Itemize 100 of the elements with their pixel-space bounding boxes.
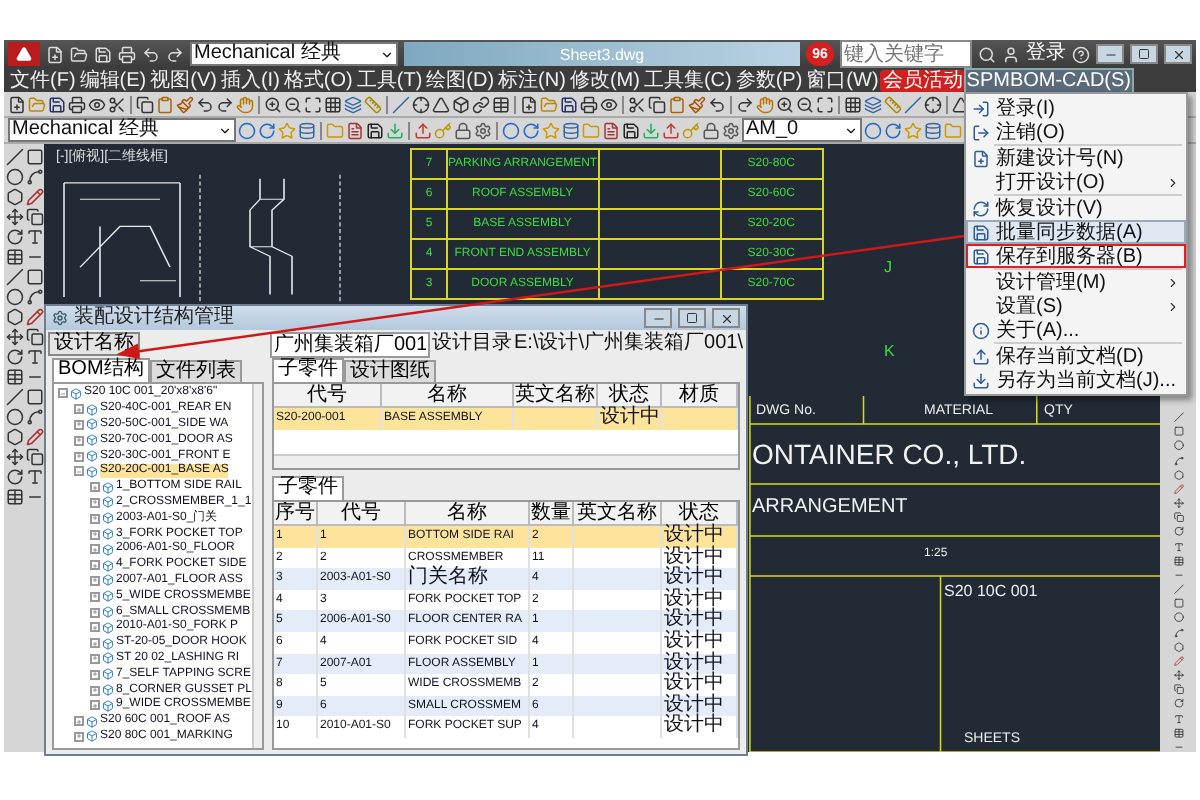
table-icon[interactable] xyxy=(1169,727,1187,738)
rotate-icon[interactable] xyxy=(522,121,540,139)
circle-icon[interactable] xyxy=(238,121,256,139)
menu-item[interactable]: 窗口(W) xyxy=(804,67,881,93)
expand-toggle[interactable] xyxy=(90,653,100,664)
menu-item[interactable]: 文件(F) xyxy=(8,67,78,93)
circle-icon[interactable] xyxy=(1169,612,1187,624)
pencil-icon[interactable] xyxy=(1169,655,1187,667)
column-header[interactable]: 状态 xyxy=(598,384,662,408)
rectangle-icon[interactable] xyxy=(26,388,44,406)
menu-item[interactable]: 打开设计(O) xyxy=(966,170,1186,194)
maximize-button[interactable] xyxy=(1130,44,1158,64)
new-file-icon[interactable] xyxy=(520,95,538,113)
expand-toggle[interactable] xyxy=(90,513,100,524)
menu-item[interactable]: 插入(I) xyxy=(218,67,282,93)
zoom-in-icon[interactable] xyxy=(264,95,282,113)
star-icon[interactable] xyxy=(542,121,560,139)
rotate-icon[interactable] xyxy=(1169,698,1187,710)
menu-item[interactable]: 新建设计号(N) xyxy=(966,146,1186,170)
pencil-icon[interactable] xyxy=(26,428,44,446)
table-cell[interactable]: 设计中 xyxy=(662,716,738,738)
text-icon[interactable] xyxy=(26,468,44,486)
menu-item[interactable]: 设计管理(M) xyxy=(966,270,1186,294)
triangle-icon[interactable] xyxy=(432,95,450,113)
circle-icon[interactable] xyxy=(6,288,24,306)
menu-item[interactable]: 登录(I) xyxy=(966,96,1186,120)
upload-icon[interactable] xyxy=(662,121,680,139)
copy-icon[interactable] xyxy=(1169,512,1187,523)
expand-toggle[interactable] xyxy=(74,716,84,727)
grid-icon[interactable] xyxy=(844,95,862,113)
expand-toggle[interactable] xyxy=(90,544,100,555)
menu-item[interactable]: 参数(P) xyxy=(733,67,805,93)
printer-icon[interactable] xyxy=(580,95,598,113)
line-icon[interactable] xyxy=(1169,584,1187,595)
new-file-icon[interactable] xyxy=(8,95,26,113)
layer-dropdown[interactable]: AM_0 xyxy=(742,118,862,142)
circle-icon[interactable] xyxy=(6,408,24,426)
grid-icon[interactable] xyxy=(324,95,342,113)
table-cell[interactable] xyxy=(662,408,738,430)
table-cell[interactable] xyxy=(514,408,598,430)
column-header[interactable]: 状态 xyxy=(662,502,738,526)
copy-icon[interactable] xyxy=(1169,684,1187,695)
move-icon[interactable] xyxy=(1169,498,1187,509)
menu-item[interactable]: 保存到服务器(B) xyxy=(966,244,1186,268)
link-icon[interactable] xyxy=(472,95,490,113)
table-icon[interactable] xyxy=(6,248,24,266)
menu-item[interactable]: 绘图(D) xyxy=(424,67,497,93)
move-icon[interactable] xyxy=(6,448,24,466)
tab[interactable]: 子零件 xyxy=(272,476,344,500)
circle-icon[interactable] xyxy=(502,121,520,139)
undo-icon[interactable] xyxy=(142,45,160,63)
expand-toggle[interactable] xyxy=(90,497,100,508)
menu-item[interactable]: 编辑(E) xyxy=(77,67,149,93)
menu-item[interactable]: 注销(O) xyxy=(966,120,1186,144)
clipboard-icon[interactable] xyxy=(668,95,686,113)
menu-item[interactable]: 视图(V) xyxy=(148,67,219,93)
tab[interactable]: 设计图纸 xyxy=(344,360,436,382)
scissors-icon[interactable] xyxy=(628,95,646,113)
style-dropdown[interactable]: Mechanical 经典 xyxy=(8,118,236,142)
rectangle-icon[interactable] xyxy=(1169,426,1187,437)
copy-icon[interactable] xyxy=(26,328,44,346)
undo-icon[interactable] xyxy=(708,95,726,113)
maximize-icon[interactable] xyxy=(304,95,322,113)
star-icon[interactable] xyxy=(904,121,922,139)
eye-icon[interactable] xyxy=(88,95,106,113)
printer-icon[interactable] xyxy=(118,45,136,63)
rectangle-icon[interactable] xyxy=(1169,598,1187,609)
spline-icon[interactable] xyxy=(26,288,44,306)
settings-icon[interactable] xyxy=(722,121,740,139)
settings-icon[interactable] xyxy=(474,121,492,139)
menu-item[interactable]: 保存当前文档(D) xyxy=(966,344,1186,368)
tab[interactable]: BOM结构 xyxy=(52,358,150,382)
rotate-icon[interactable] xyxy=(6,468,24,486)
minus-icon[interactable] xyxy=(1169,741,1187,752)
scissors-icon[interactable] xyxy=(108,95,126,113)
close-button[interactable] xyxy=(1164,44,1192,64)
expand-toggle[interactable] xyxy=(90,638,100,649)
menu-item[interactable]: 格式(O) xyxy=(281,67,355,93)
menu-item[interactable]: 修改(M) xyxy=(567,67,642,93)
promo-ribbon[interactable]: 会员活动 xyxy=(880,69,965,91)
redo-icon[interactable] xyxy=(166,45,184,63)
pencil-icon[interactable] xyxy=(26,188,44,206)
design-name-button[interactable]: 设计名称 xyxy=(48,332,140,356)
clipboard-icon[interactable] xyxy=(156,95,174,113)
undo-icon[interactable] xyxy=(196,95,214,113)
save-icon[interactable] xyxy=(560,95,578,113)
layers-icon[interactable] xyxy=(344,95,362,113)
move-icon[interactable] xyxy=(6,328,24,346)
tab[interactable]: 文件列表 xyxy=(149,360,242,382)
copy-icon[interactable] xyxy=(136,95,154,113)
table-icon[interactable] xyxy=(6,368,24,386)
spline-icon[interactable] xyxy=(1169,455,1187,466)
spline-icon[interactable] xyxy=(26,168,44,186)
column-header[interactable]: 名称 xyxy=(382,384,514,408)
menu-item[interactable]: 工具(T) xyxy=(354,67,425,93)
star-icon[interactable] xyxy=(278,121,296,139)
menu-item[interactable]: 恢复设计(V) xyxy=(966,196,1186,220)
minus-icon[interactable] xyxy=(1169,569,1187,581)
scrollbar[interactable] xyxy=(251,384,262,748)
rotate-icon[interactable] xyxy=(6,228,24,246)
